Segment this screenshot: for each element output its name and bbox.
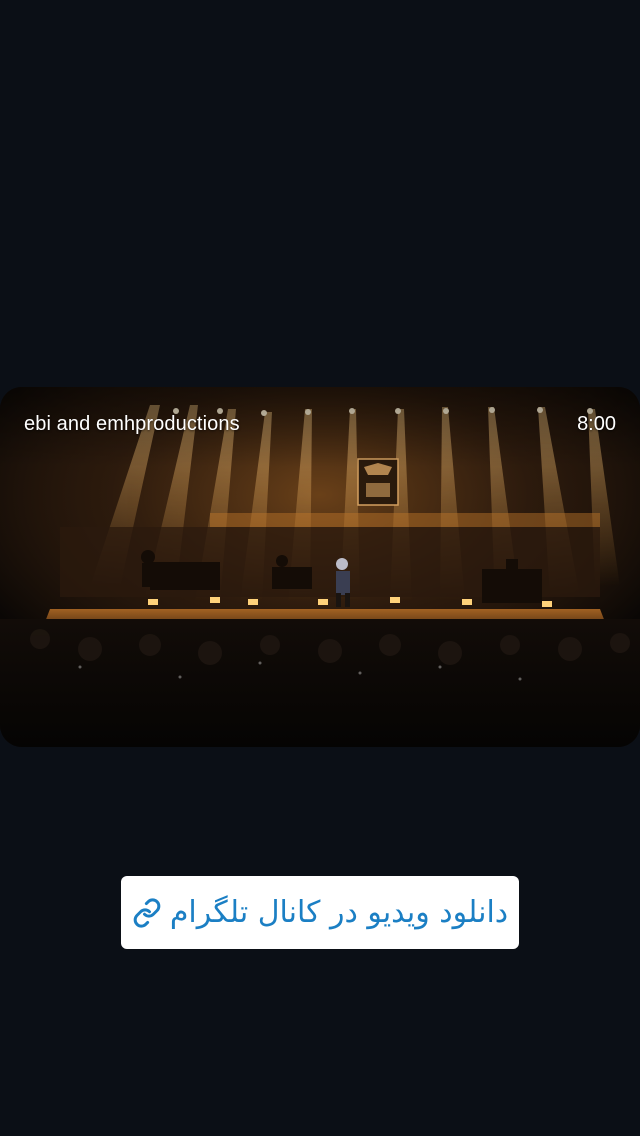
video-duration: 8:00 [577, 413, 616, 435]
download-button-label: دانلود ویدیو در کانال تلگرام [169, 895, 509, 930]
link-icon [132, 897, 162, 928]
video-thumbnail[interactable]: ebi and emhproductions 8:00 [0, 387, 640, 747]
page: ebi and emhproductions 8:00 دانلود ویدیو… [0, 0, 640, 1136]
telegram-download-button[interactable]: دانلود ویدیو در کانال تلگرام [121, 876, 519, 949]
channel-name: ebi and emhproductions [24, 413, 240, 435]
